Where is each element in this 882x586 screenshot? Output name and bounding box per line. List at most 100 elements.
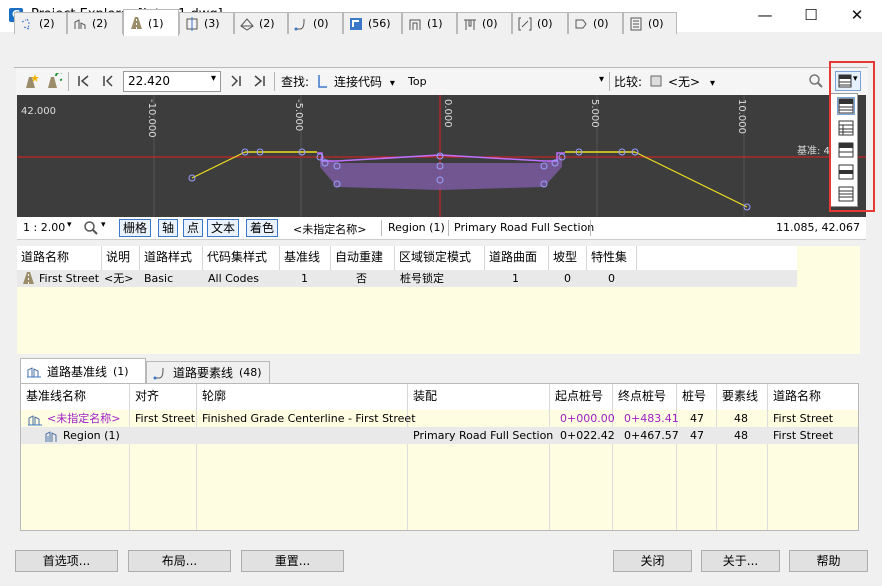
corridor-description[interactable]: <无> [104, 270, 133, 287]
tab-profiles[interactable]: (2) [67, 12, 123, 34]
feature-line-icon [153, 367, 164, 379]
new-corridor-icon[interactable] [24, 73, 40, 89]
first-station-icon[interactable] [76, 73, 92, 89]
region-lock-mode[interactable]: 桩号锁定 [400, 270, 444, 287]
corridor-icon [23, 272, 34, 284]
code-icon [318, 75, 327, 88]
tab-count: (1) [113, 364, 129, 378]
section-drawing: 42.000 -10.000 -5.000 0.000 5.000 10.000… [17, 95, 866, 217]
tab-structures[interactable]: (0) [457, 12, 512, 34]
about-button[interactable]: 关于... [701, 550, 780, 572]
grading-icon [575, 19, 587, 28]
tab-parcels[interactable]: (0) [512, 12, 568, 34]
corridor-name[interactable]: First Street [39, 270, 99, 287]
maximize-button[interactable]: ☐ [788, 0, 834, 32]
compare-dropdown[interactable]: <无> ▾ [668, 73, 715, 90]
column-header[interactable]: 道路样式 [140, 246, 203, 270]
grid-toggle[interactable]: 栅格 [119, 219, 152, 237]
tab-data-shortcuts[interactable]: (0) [623, 12, 677, 34]
y-axis-label: 42.000 [21, 106, 56, 117]
column-header[interactable]: 道路名称 [768, 384, 858, 410]
column-header[interactable]: 区域锁定模式 [395, 246, 485, 270]
find-target-combo[interactable]: Top ▾ [404, 71, 608, 92]
end-station[interactable]: 0+483.41 [624, 410, 679, 427]
x-tick-label: -5.000 [293, 99, 304, 131]
column-header[interactable]: 终点桩号 [613, 384, 677, 410]
tab-label: (1) [427, 17, 443, 30]
tab-corridors[interactable]: (1) [123, 9, 179, 36]
chevron-down-icon[interactable]: ▾ [101, 220, 106, 230]
column-header[interactable]: 起点桩号 [550, 384, 613, 410]
column-header[interactable]: 基准线 [280, 246, 331, 270]
column-header[interactable]: 道路名称 [17, 246, 102, 270]
feature-line-icon [294, 18, 305, 30]
column-header[interactable]: 特性集 [587, 246, 637, 270]
axis-toggle[interactable]: 轴 [158, 219, 179, 237]
alignment-name[interactable]: First Street [135, 410, 195, 427]
start-station[interactable]: 0+000.00 [560, 410, 615, 427]
column-header[interactable]: 自动重建 [331, 246, 395, 270]
chevron-down-icon[interactable]: ▾ [67, 220, 72, 230]
rebuild-corridor-icon[interactable] [46, 73, 62, 89]
color-toggle[interactable]: 着色 [246, 219, 279, 237]
station-combo[interactable]: 22.420 ▾ [123, 71, 221, 92]
column-header[interactable]: 基准线名称 [21, 384, 130, 410]
slope-count: 0 [564, 272, 571, 285]
region-name[interactable]: Region (1) [63, 427, 120, 444]
baseline-grid: 基准线名称 对齐 轮廓 装配 起点桩号 终点桩号 桩号 要素线 道路名称 <未指… [20, 383, 859, 531]
column-header[interactable]: 代码集样式 [203, 246, 280, 270]
text-toggle[interactable]: 文本 [207, 219, 240, 237]
close-window-button[interactable]: ✕ [834, 0, 880, 32]
start-station[interactable]: 0+022.42 [560, 427, 615, 444]
column-header[interactable]: 要素线 [717, 384, 768, 410]
tab-corridor-feature-lines[interactable]: 道路要素线 (48) [146, 361, 270, 383]
point-toggle[interactable]: 点 [183, 219, 204, 237]
layout-button[interactable]: 布局... [128, 550, 231, 572]
tab-alignments[interactable]: (2) [14, 12, 67, 34]
find-type-dropdown[interactable]: 连接代码 ▾ [334, 73, 395, 90]
corridor-style[interactable]: Basic [144, 270, 173, 287]
tab-corridor-baselines[interactable]: 道路基准线 (1) [20, 358, 146, 383]
tab-label: (2) [39, 17, 55, 30]
previous-station-icon[interactable] [100, 73, 116, 89]
profile-name[interactable]: Finished Grade Centerline - First Street [202, 410, 416, 427]
last-station-icon[interactable] [252, 73, 268, 89]
tab-points[interactable]: (56) [343, 12, 402, 34]
close-button[interactable]: 关闭 [613, 550, 692, 572]
alignment-icon [21, 18, 30, 29]
reset-button[interactable]: 重置... [241, 550, 344, 572]
column-header[interactable]: 坡型 [549, 246, 587, 270]
document-icon [630, 17, 642, 30]
cross-section-preview[interactable]: 42.000 -10.000 -5.000 0.000 5.000 10.000… [17, 95, 866, 217]
preferences-button[interactable]: 首选项... [15, 550, 118, 572]
tab-pipes[interactable]: (1) [402, 12, 457, 34]
column-header[interactable]: 道路曲面 [485, 246, 549, 270]
baseline-name[interactable]: <未指定名称> [47, 410, 120, 427]
column-header[interactable]: 装配 [408, 384, 550, 410]
minimize-button[interactable]: — [742, 0, 788, 32]
tab-feature-lines[interactable]: (0) [288, 12, 343, 34]
zoom-search-icon[interactable] [808, 73, 824, 89]
auto-rebuild[interactable]: 否 [356, 270, 367, 287]
tab-surfaces[interactable]: (2) [234, 12, 288, 34]
region-icon [45, 431, 57, 442]
preview-status-strip: 1 : 2.00 ▾ ▾ 栅格 轴 点 文本 着色 <未指定名称> Region… [17, 217, 866, 240]
region-assembly[interactable]: Primary Road Full Section [413, 427, 553, 444]
next-station-icon[interactable] [228, 73, 244, 89]
chevron-down-icon: ▾ [598, 74, 604, 85]
end-station[interactable]: 0+467.57 [624, 427, 679, 444]
chevron-down-icon: ▾ [389, 78, 395, 89]
code-set-style[interactable]: All Codes [208, 270, 259, 287]
zoom-scale[interactable]: 1 : 2.00 [23, 221, 65, 234]
tab-gradings[interactable]: (0) [568, 12, 623, 34]
help-button[interactable]: 帮助 [789, 550, 868, 572]
column-header[interactable]: 桩号 [677, 384, 717, 410]
tab-sample-lines[interactable]: (3) [179, 12, 234, 34]
column-header[interactable]: 说明 [102, 246, 140, 270]
tab-label: (0) [648, 17, 664, 30]
column-header[interactable]: 对齐 [130, 384, 197, 410]
point-group-icon [350, 17, 362, 30]
column-header[interactable]: 轮廓 [197, 384, 408, 410]
cursor-coordinates: 11.085, 42.067 [776, 221, 860, 234]
zoom-icon[interactable] [83, 220, 99, 236]
